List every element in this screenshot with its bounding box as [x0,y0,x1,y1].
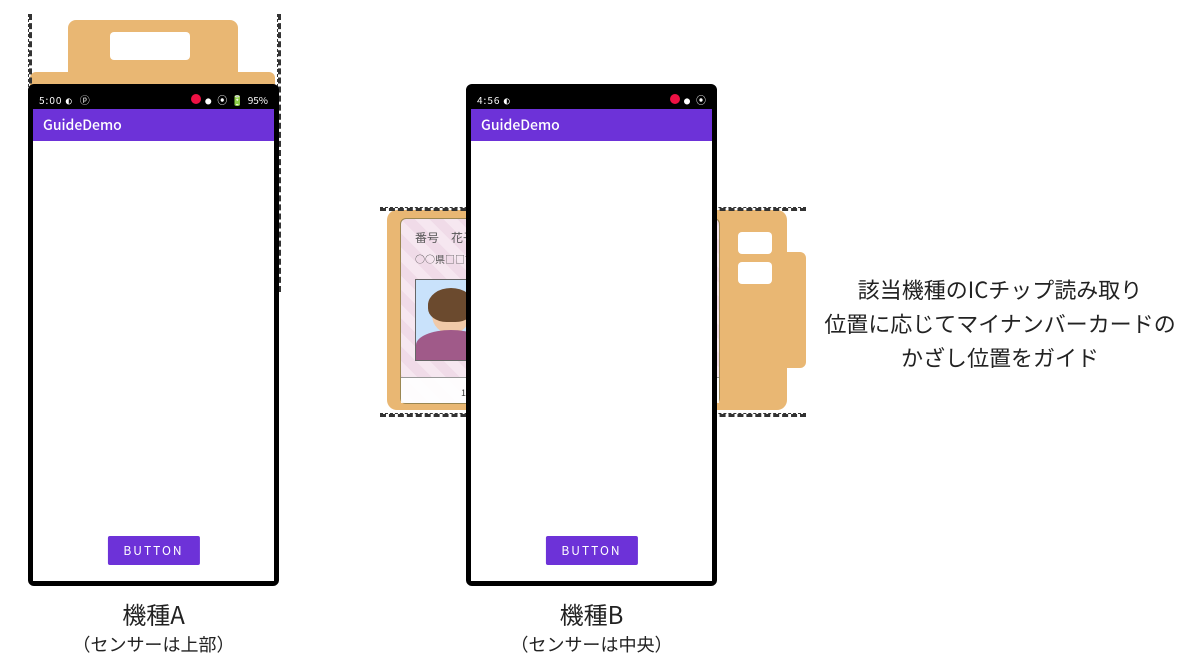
phone-a: 5:00 ◐ ⓟ ● ⦿ 🔋 95% GuideDemo BUTTON [28,84,279,586]
diagram-stage: 番号 花子 ○○県□□市△△町◇丁目○番地▽▽号 平成元年 3月31日生 202… [0,0,1200,669]
phone-b-left-icons: ◐ [504,96,511,107]
reader-b-slot1 [738,232,772,254]
record-dot-icon [191,94,201,104]
phone-b-button[interactable]: BUTTON [545,536,637,565]
battery-icon: 🔋 [231,92,243,107]
phone-b: 4:56 ◐ ● ⦿ GuideDemo BUTTON [466,84,717,586]
phone-a-left-icons: ◐ ⓟ [66,96,91,107]
phone-a-batt: 95% [248,92,268,107]
phone-b-statusbar: 4:56 ◐ ● ⦿ [471,89,712,109]
reader-b-slot2 [738,262,772,284]
phone-a-statusbar: 5:00 ◐ ⓟ ● ⦿ 🔋 95% [33,89,274,109]
phone-b-body: BUTTON [471,141,712,581]
reader-a-slot [110,32,190,60]
caption-b-main: 機種B [466,596,717,631]
phone-a-right-icons: ● ⦿ [205,92,227,107]
side-line-1: 該当機種のICチップ読み取り [810,272,1190,306]
phone-a-time: 5:00 [39,92,62,107]
side-line-2: 位置に応じてマイナンバーカードの [810,306,1190,340]
caption-a-sub: （センサーは上部） [28,631,279,657]
reader-b-tab [770,252,806,368]
record-dot-icon [670,94,680,104]
phone-b-time: 4:56 [477,92,500,107]
caption-b-sub: （センサーは中央） [466,631,717,657]
phone-a-button[interactable]: BUTTON [107,536,199,565]
caption-b: 機種B （センサーは中央） [466,596,717,657]
side-line-3: かざし位置をガイド [810,340,1190,374]
caption-a: 機種A （センサーは上部） [28,596,279,657]
phone-a-app-title: GuideDemo [43,115,122,135]
phone-b-right-icons: ● ⦿ [684,92,706,107]
caption-a-main: 機種A [28,596,279,631]
explanation-text: 該当機種のICチップ読み取り 位置に応じてマイナンバーカードの かざし位置をガイ… [810,272,1190,374]
phone-a-appbar: GuideDemo [33,109,274,141]
phone-b-appbar: GuideDemo [471,109,712,141]
phone-a-body: BUTTON [33,141,274,581]
phone-b-app-title: GuideDemo [481,115,560,135]
